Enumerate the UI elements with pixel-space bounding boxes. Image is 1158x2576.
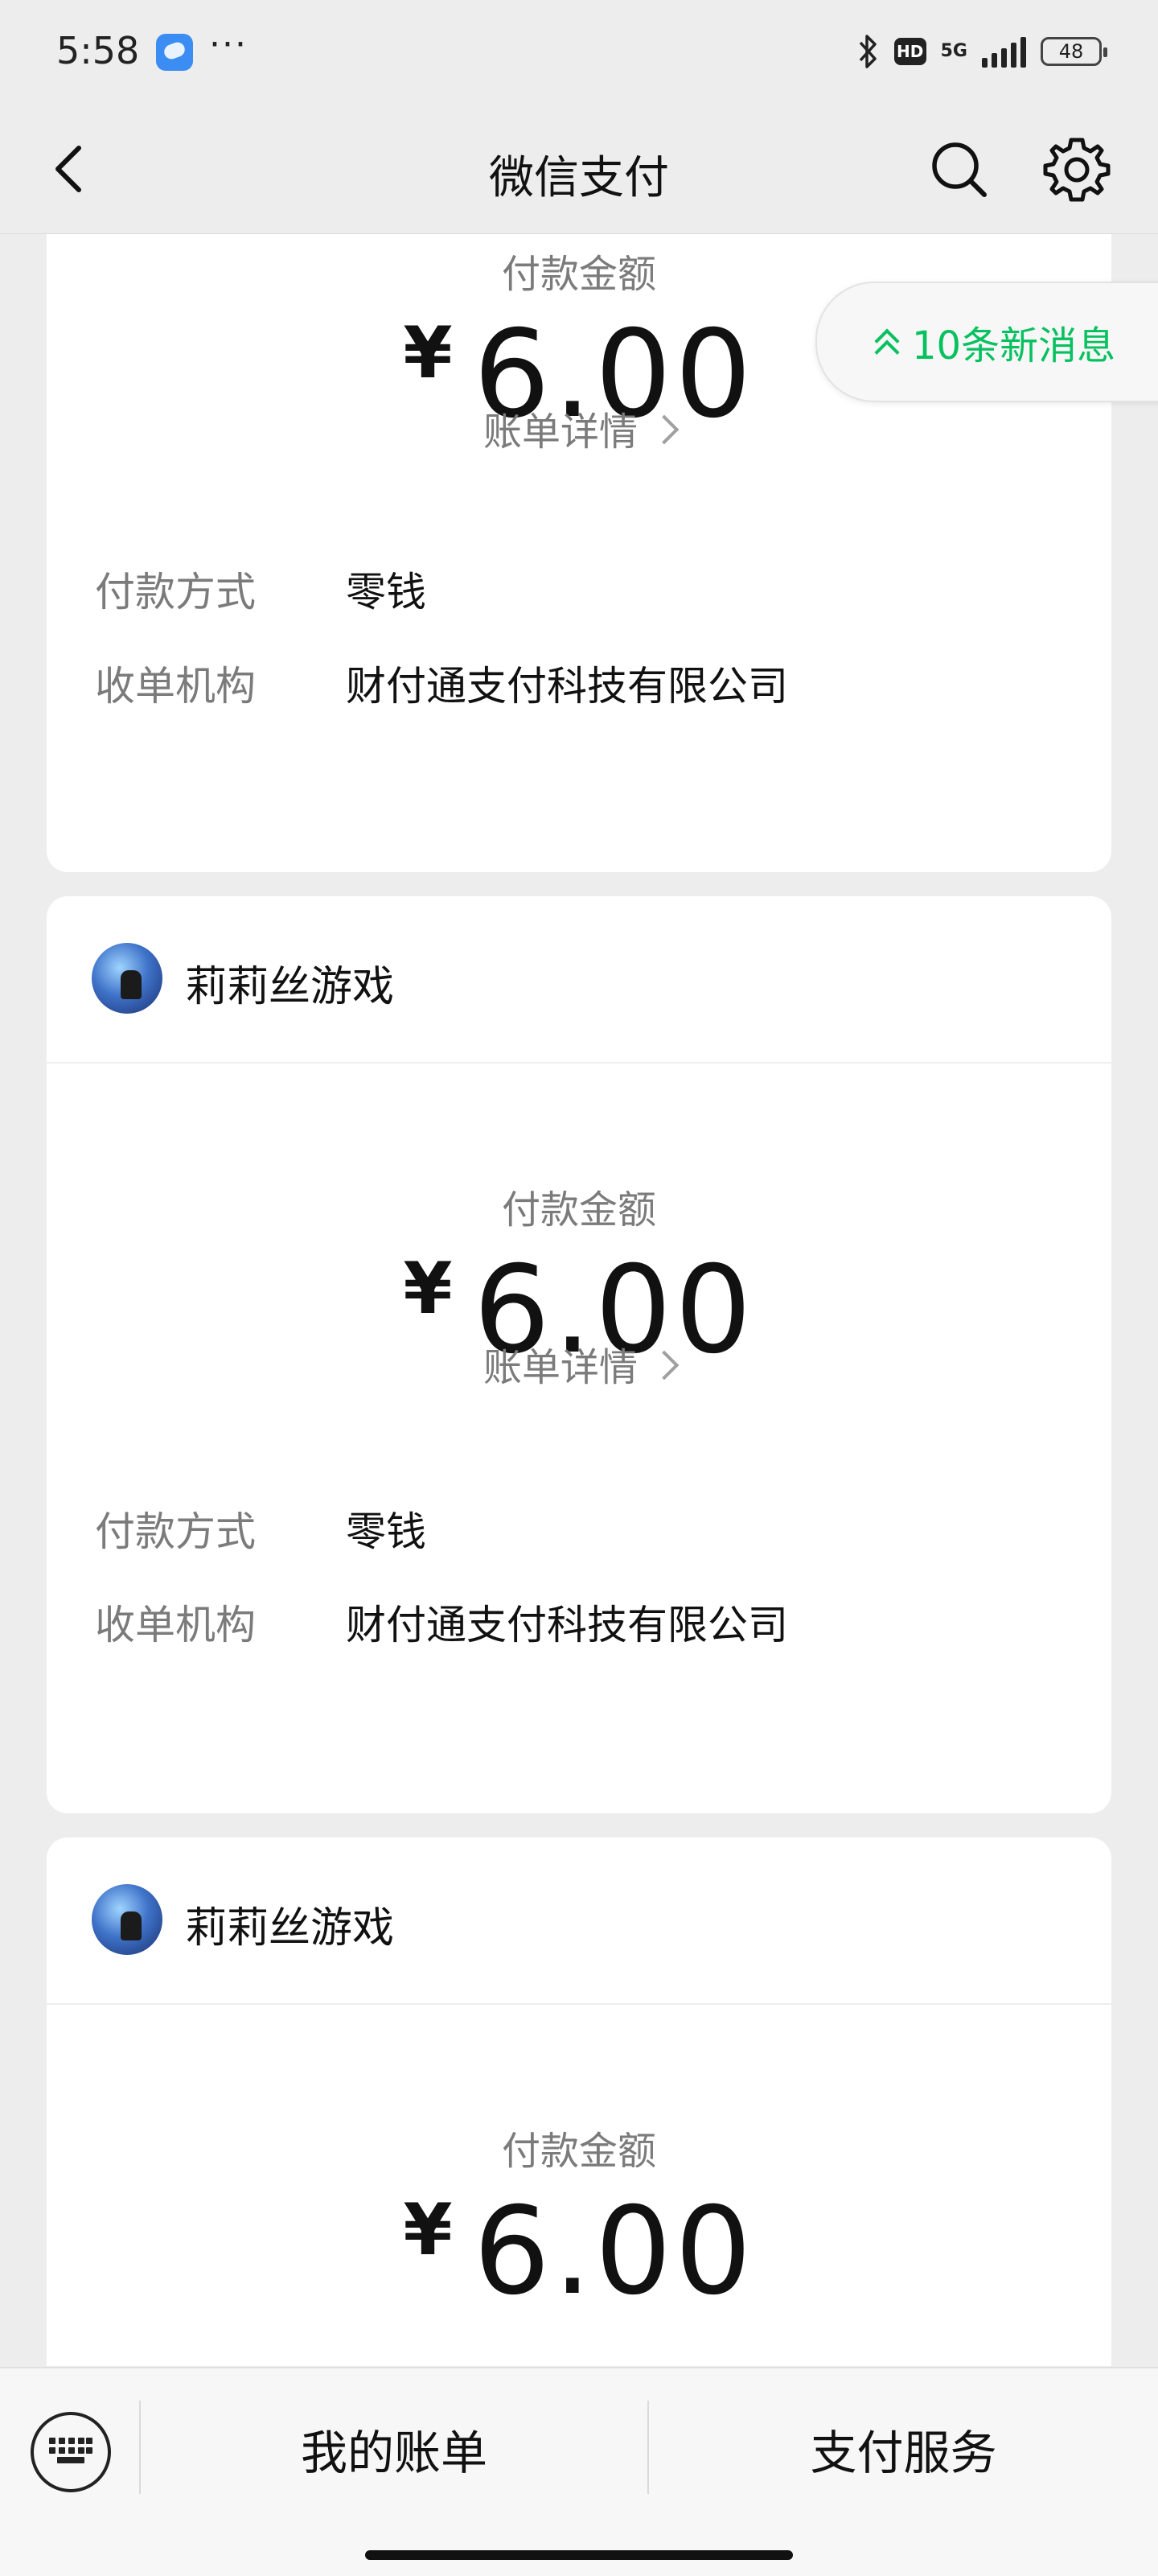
amount-label: 付款金额: [501, 1187, 656, 1232]
currency-symbol: ¥: [403, 311, 453, 394]
merchant-avatar: [92, 1884, 162, 1955]
status-time: 5:58: [56, 29, 140, 72]
info-key: 付款方式: [95, 569, 256, 615]
hd-badge: HD: [893, 38, 926, 65]
payment-card: 莉莉丝游戏 付款金额 ¥6.00: [47, 1837, 1111, 2366]
keyboard-icon[interactable]: [31, 2412, 111, 2492]
status-bar: 5:58 ··· HD 5G 48: [0, 0, 1158, 105]
payment-amount: ¥6.00: [47, 2182, 1111, 2322]
merchant-header[interactable]: 莉莉丝游戏: [47, 1837, 1111, 2005]
app-notification-icon: [156, 34, 193, 71]
transaction-list[interactable]: 付款金额 ¥6.00 账单详情 付款方式 零钱 收单机构 财付通支付科技有限公司 莉…: [0, 234, 1158, 2366]
search-icon[interactable]: [926, 137, 991, 201]
currency-symbol: ¥: [403, 1247, 453, 1330]
network-type: 5G: [940, 41, 967, 61]
more-notifications-icon: ···: [209, 24, 248, 65]
bottom-menu-bar: 我的账单 支付服务: [0, 2367, 1158, 2576]
currency-symbol: ¥: [403, 2188, 453, 2271]
new-messages-label: 10条新消息: [912, 323, 1116, 368]
status-indicators: HD 5G 48: [856, 27, 1107, 76]
chevron-right-icon: [649, 1350, 680, 1381]
bill-detail-label: 账单详情: [482, 1345, 638, 1390]
nav-bar: 微信支付: [0, 105, 1158, 234]
bill-detail-link[interactable]: 账单详情: [47, 1335, 1111, 1392]
amount-value: 6.00: [473, 2182, 755, 2322]
info-value: 财付通支付科技有限公司: [346, 663, 788, 710]
amount-label: 付款金额: [501, 2129, 656, 2174]
my-bills-button[interactable]: 我的账单: [141, 2417, 647, 2489]
signal-icon: [982, 35, 1026, 68]
new-messages-button[interactable]: 10条新消息: [815, 282, 1158, 402]
info-row: 收单机构 财付通支付科技有限公司: [95, 1593, 788, 1651]
home-indicator[interactable]: [365, 2550, 793, 2560]
double-chevron-up-icon: [873, 326, 901, 365]
info-value: 财付通支付科技有限公司: [346, 1602, 788, 1648]
info-key: 付款方式: [95, 1508, 256, 1555]
merchant-header[interactable]: 莉莉丝游戏: [47, 896, 1111, 1064]
gear-icon[interactable]: [1042, 135, 1111, 204]
merchant-name: 莉莉丝游戏: [185, 1904, 395, 1953]
info-row: 收单机构 财付通支付科技有限公司: [95, 654, 788, 712]
battery-icon: 48: [1041, 37, 1107, 66]
chevron-right-icon: [649, 414, 680, 445]
info-value: 零钱: [346, 569, 426, 615]
info-key: 收单机构: [95, 1602, 256, 1648]
payment-card: 莉莉丝游戏 付款金额 ¥6.00 账单详情 付款方式 零钱 收单机构 财付通支付科技…: [47, 896, 1111, 1813]
info-row: 付款方式 零钱: [95, 560, 426, 618]
merchant-name: 莉莉丝游戏: [185, 963, 395, 1011]
bill-detail-link[interactable]: 账单详情: [47, 400, 1111, 456]
info-value: 零钱: [346, 1508, 426, 1555]
info-row: 付款方式 零钱: [95, 1500, 426, 1558]
bill-detail-label: 账单详情: [482, 409, 638, 455]
pay-services-button[interactable]: 支付服务: [649, 2417, 1158, 2489]
bluetooth-icon: [859, 35, 877, 68]
info-key: 收单机构: [95, 663, 256, 710]
merchant-avatar: [92, 943, 162, 1014]
